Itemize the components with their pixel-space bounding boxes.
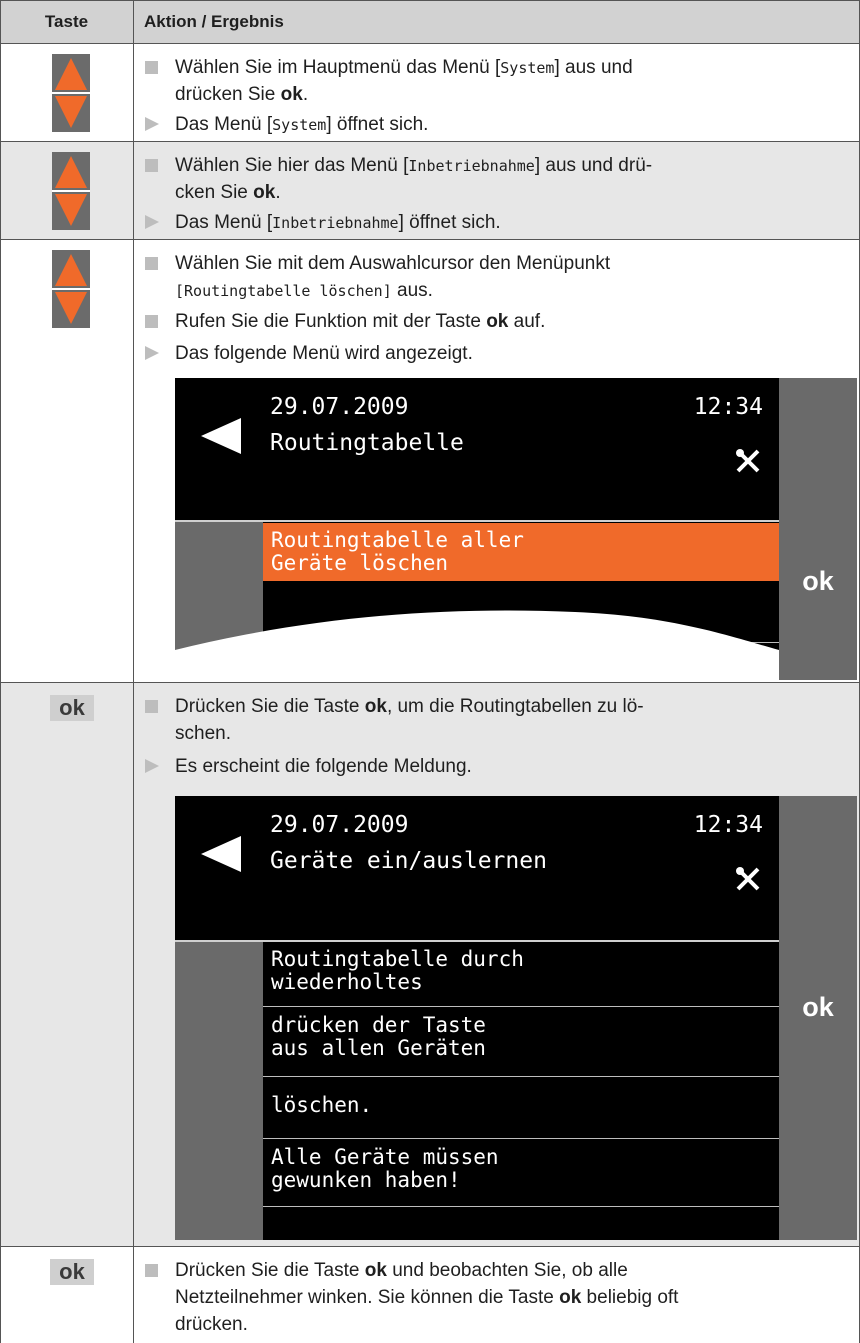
up-down-arrow-keys <box>52 152 90 230</box>
table-row: ok Drücken Sie die Taste ok, um die Rout… <box>0 683 860 1247</box>
up-down-arrow-icon <box>55 58 87 128</box>
instruction-text: Wählen Sie im Hauptmenü das Menü [System… <box>175 57 633 78</box>
torn-edge <box>175 610 779 680</box>
screen-time: 12:34 <box>693 812 763 838</box>
screen-ok-label: ok <box>802 992 834 1022</box>
table-header: Taste Aktion / Ergebnis <box>0 0 860 44</box>
header-aktion: Aktion / Ergebnis <box>144 12 284 31</box>
bullet-icon <box>145 1264 158 1277</box>
screen-date: 29.07.2009 <box>270 394 409 420</box>
bullet-icon <box>145 61 158 74</box>
message-line: löschen. <box>271 1093 373 1117</box>
ok-key-icon: ok <box>50 1259 94 1285</box>
up-down-arrow-keys <box>52 250 90 328</box>
up-down-arrow-icon <box>55 156 87 226</box>
result-arrow-icon <box>145 346 159 360</box>
ok-key-icon: ok <box>50 695 94 721</box>
header-taste: Taste <box>44 12 89 31</box>
instruction-text: drücken. <box>175 1314 248 1335</box>
bullet-icon <box>145 315 158 328</box>
result-text: Es erscheint die folgende Meldung. <box>175 756 472 777</box>
table-row: Wählen Sie im Hauptmenü das Menü [System… <box>0 44 860 142</box>
table-row: ok Drücken Sie die Taste ok und beobacht… <box>0 1247 860 1343</box>
table-row: Wählen Sie hier das Menü [Inbetriebnahme… <box>0 142 860 240</box>
result-text: Das Menü [System] öffnet sich. <box>175 114 429 135</box>
screen-time: 12:34 <box>693 394 763 420</box>
menu-item-selected[interactable]: Routingtabelle aller Geräte löschen <box>263 523 779 581</box>
back-arrow-icon <box>201 418 241 454</box>
screen-ok-label: ok <box>802 566 834 596</box>
tools-icon <box>736 867 760 891</box>
instruction-text: Wählen Sie hier das Menü [Inbetriebnahme… <box>175 155 653 176</box>
bullet-icon <box>145 700 158 713</box>
table-row: Wählen Sie mit dem Auswahlcursor den Men… <box>0 240 860 683</box>
up-down-arrow-keys <box>52 54 90 132</box>
instruction-text: cken Sie ok. <box>175 182 281 203</box>
message-line: drücken der Taste aus allen Geräten <box>271 1013 486 1060</box>
instruction-text: drücken Sie ok. <box>175 84 309 105</box>
result-arrow-icon <box>145 759 159 773</box>
message-line: Routingtabelle durch wiederholtes <box>271 947 524 994</box>
result-arrow-icon <box>145 215 159 229</box>
bullet-icon <box>145 257 158 270</box>
device-screen: 29.07.2009 12:34 Geräte ein/auslernen Ro… <box>175 796 857 1240</box>
instruction-text: Rufen Sie die Funktion mit der Taste ok … <box>175 311 546 332</box>
instruction-text: Wählen Sie mit dem Auswahlcursor den Men… <box>175 253 611 274</box>
result-text: Das folgende Menü wird angezeigt. <box>175 343 473 364</box>
tools-icon <box>736 449 760 473</box>
instruction-text: Drücken Sie die Taste ok und beobachten … <box>175 1260 628 1281</box>
device-screen: 29.07.2009 12:34 Routingtabelle Routingt… <box>175 378 857 680</box>
bullet-icon <box>145 159 158 172</box>
instruction-text: [Routingtabelle löschen] aus. <box>175 280 433 301</box>
back-arrow-icon <box>201 836 241 872</box>
screen-title: Geräte ein/auslernen <box>270 848 547 874</box>
screen-date: 29.07.2009 <box>270 812 409 838</box>
instruction-text: schen. <box>175 723 231 744</box>
up-down-arrow-icon <box>55 254 87 324</box>
screen-title: Routingtabelle <box>270 430 464 456</box>
message-line: Alle Geräte müssen gewunken haben! <box>271 1145 499 1192</box>
instruction-text: Drücken Sie die Taste ok, um die Routing… <box>175 696 644 717</box>
result-arrow-icon <box>145 117 159 131</box>
result-text: Das Menü [Inbetriebnahme] öffnet sich. <box>175 212 501 233</box>
instruction-text: Netzteilnehmer winken. Sie können die Ta… <box>175 1287 679 1308</box>
instruction-table: Taste Aktion / Ergebnis Wählen Sie im Ha… <box>0 0 860 1343</box>
